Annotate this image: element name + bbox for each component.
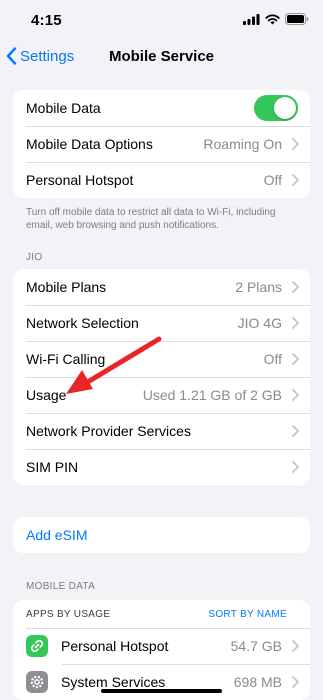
mobile-data-options-label: Mobile Data Options xyxy=(26,136,153,152)
toggle-knob xyxy=(274,97,296,119)
personal-hotspot-label: Personal Hotspot xyxy=(26,172,134,188)
network-selection-value: JIO 4G xyxy=(237,315,282,331)
network-selection-label: Network Selection xyxy=(26,315,139,331)
app-name: Personal Hotspot xyxy=(61,638,169,654)
wifi-icon xyxy=(265,14,280,24)
hotspot-link-icon xyxy=(26,635,48,657)
mobile-data-options-row[interactable]: Mobile Data Options Roaming On xyxy=(13,126,310,162)
apps-by-usage-label: APPS BY USAGE xyxy=(26,608,111,620)
chevron-right-icon xyxy=(288,461,302,473)
apps-usage-header: APPS BY USAGE SORT BY NAME xyxy=(13,600,310,628)
chevron-right-icon xyxy=(288,281,302,293)
mobile-data-group: Mobile Data Mobile Data Options Roaming … xyxy=(13,90,310,198)
mobile-data-toggle[interactable] xyxy=(254,95,298,121)
chevron-right-icon xyxy=(288,353,302,365)
wifi-calling-label: Wi-Fi Calling xyxy=(26,351,106,367)
sim-pin-label: SIM PIN xyxy=(26,459,79,475)
usage-label: Usage xyxy=(26,387,67,403)
wifi-calling-value: Off xyxy=(263,351,282,367)
mobile-plans-row[interactable]: Mobile Plans 2 Plans xyxy=(13,269,310,305)
personal-hotspot-value: Off xyxy=(263,172,282,188)
chevron-right-icon xyxy=(288,389,302,401)
mobile-data-section-header: MOBILE DATA xyxy=(26,581,96,592)
mobile-plans-value: 2 Plans xyxy=(235,279,282,295)
app-row-personal-hotspot[interactable]: Personal Hotspot 54.7 GB xyxy=(13,628,310,664)
network-selection-row[interactable]: Network Selection JIO 4G xyxy=(13,305,310,341)
carrier-group: Mobile Plans 2 Plans Network Selection J… xyxy=(13,269,310,485)
mobile-plans-label: Mobile Plans xyxy=(26,279,107,295)
app-usage-value: 54.7 GB xyxy=(230,638,282,654)
chevron-right-icon xyxy=(288,676,302,688)
mobile-data-label: Mobile Data xyxy=(26,100,101,116)
gear-icon xyxy=(26,671,48,693)
app-usage-value: 698 MB xyxy=(233,674,282,690)
network-provider-services-label: Network Provider Services xyxy=(26,423,191,439)
wifi-calling-row[interactable]: Wi-Fi Calling Off xyxy=(13,341,310,377)
status-bar: 4:15 xyxy=(0,0,323,40)
usage-value: Used 1.21 GB of 2 GB xyxy=(142,387,282,403)
mobile-data-footnote: Turn off mobile data to restrict all dat… xyxy=(26,207,276,231)
mobile-data-options-value: Roaming On xyxy=(203,136,282,152)
mobile-data-row: Mobile Data xyxy=(13,90,310,126)
cellular-signal-icon xyxy=(243,13,260,25)
status-icons xyxy=(243,13,309,25)
esim-group: Add eSIM xyxy=(13,517,310,553)
home-indicator xyxy=(101,689,222,693)
add-esim-label: Add eSIM xyxy=(26,527,88,543)
add-esim-button[interactable]: Add eSIM xyxy=(13,517,310,553)
chevron-right-icon xyxy=(288,425,302,437)
sort-by-name-button[interactable]: SORT BY NAME xyxy=(208,609,287,620)
status-time: 4:15 xyxy=(31,12,62,29)
sim-pin-row[interactable]: SIM PIN xyxy=(13,449,310,485)
personal-hotspot-row[interactable]: Personal Hotspot Off xyxy=(13,162,310,198)
chevron-right-icon xyxy=(288,317,302,329)
chevron-right-icon xyxy=(288,640,302,652)
chevron-right-icon xyxy=(288,174,302,186)
network-provider-services-row[interactable]: Network Provider Services xyxy=(13,413,310,449)
apps-usage-group: APPS BY USAGE SORT BY NAME Personal Hots… xyxy=(13,600,310,700)
usage-row[interactable]: Usage Used 1.21 GB of 2 GB xyxy=(13,377,310,413)
navigation-bar: Settings Mobile Service xyxy=(0,40,323,76)
battery-icon xyxy=(285,13,309,25)
chevron-right-icon xyxy=(288,138,302,150)
page-title: Mobile Service xyxy=(108,48,215,65)
carrier-section-header: JIO xyxy=(26,252,43,263)
app-row-system-services[interactable]: System Services 698 MB xyxy=(13,664,310,700)
app-name: System Services xyxy=(61,674,166,690)
